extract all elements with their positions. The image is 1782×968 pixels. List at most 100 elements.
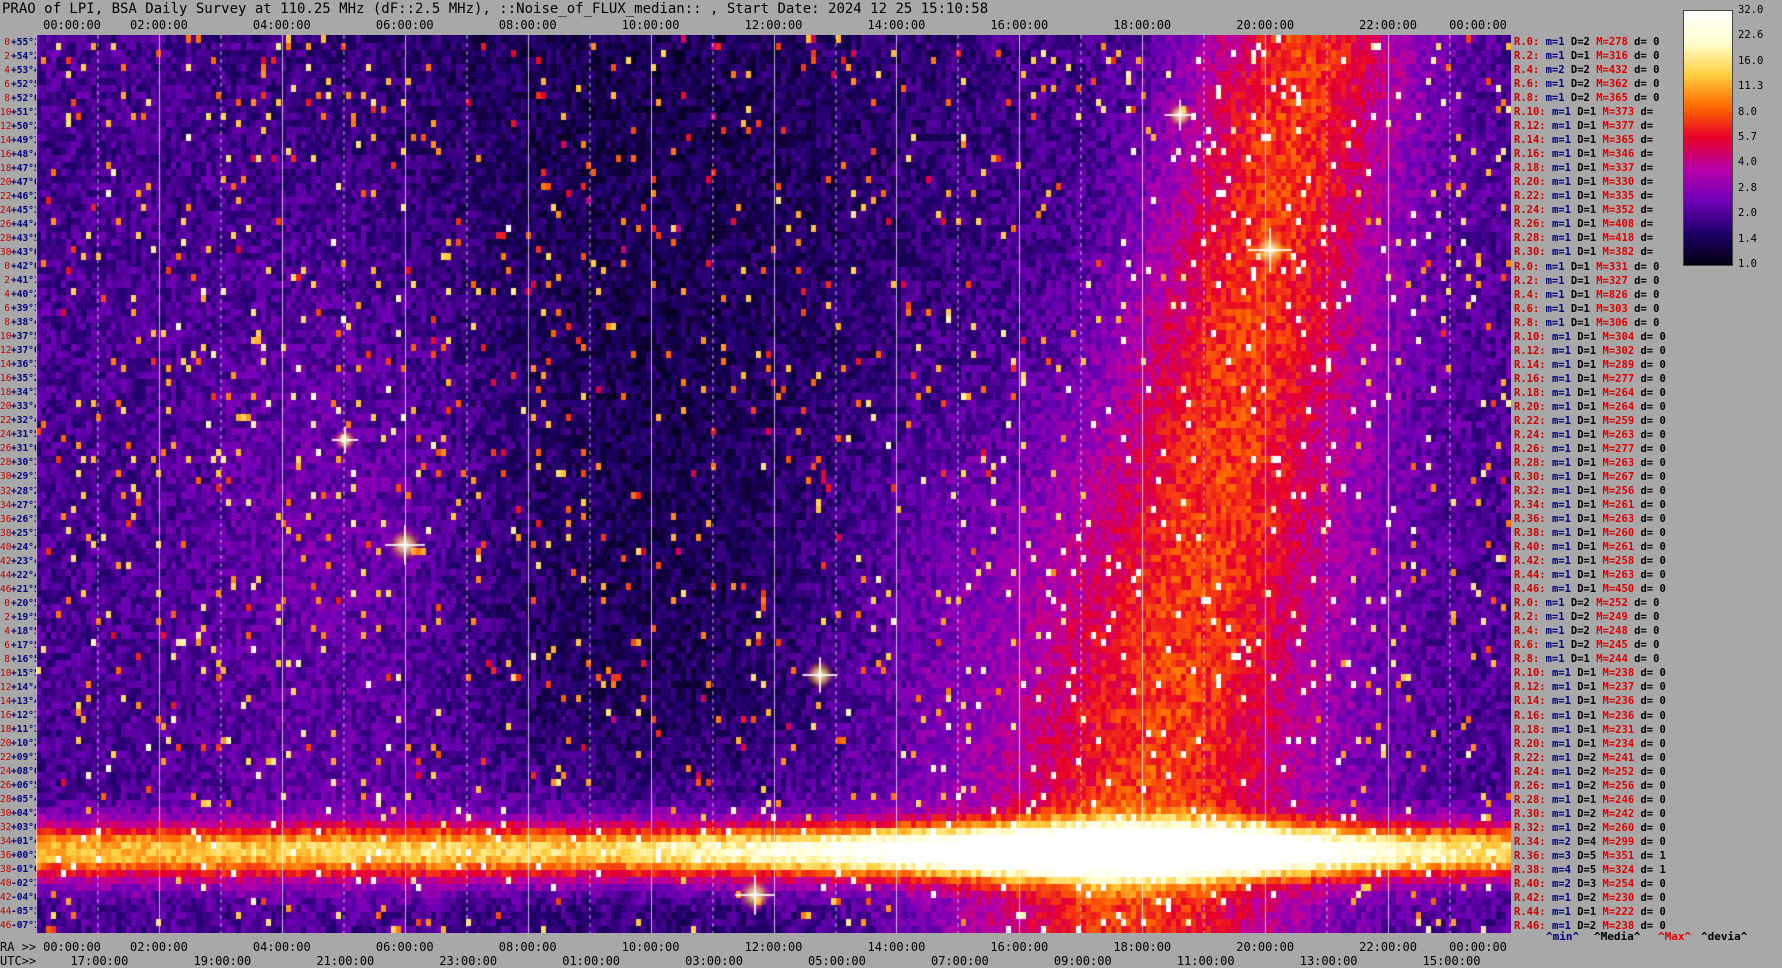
row-stat: R.34: m=1 D=1 M=261 d= 0 <box>1514 498 1666 512</box>
row-stat: R.14: m=1 D=1 M=365 d= <box>1514 133 1653 147</box>
stat-part: M=260 <box>1602 821 1641 834</box>
stat-part: 0 <box>1659 400 1666 413</box>
row-stat: R.46: m=1 D=1 M=450 d= 0 <box>1514 582 1666 596</box>
stat-part: m=1 <box>1551 583 1578 596</box>
row-index: 16 <box>0 373 12 385</box>
stat-part: m=1 <box>1545 639 1571 652</box>
stat-part: M=303 <box>1596 302 1635 315</box>
stat-part: R.38: <box>1514 863 1552 876</box>
stat-part: m=1 <box>1551 765 1578 778</box>
ra-tick-bottom: 10:00:00 <box>621 940 680 954</box>
stat-part: m=1 <box>1551 569 1578 582</box>
row-index: 34 <box>0 499 12 511</box>
stat-part: R.16: <box>1514 148 1552 161</box>
stat-part: R.4: <box>1514 288 1546 301</box>
row-index: 46 <box>0 583 12 595</box>
stat-part: d= <box>1640 386 1660 399</box>
stat-part: D=2 <box>1577 779 1603 792</box>
stat-part: d= <box>1634 288 1654 301</box>
stat-part: d= <box>1640 204 1654 217</box>
ra-tick-top: 08:00:00 <box>498 18 557 32</box>
stat-part: m=1 <box>1545 288 1571 301</box>
stat-part: M=263 <box>1602 456 1641 469</box>
row-stat: R.40: m=1 D=1 M=261 d= 0 <box>1514 540 1666 554</box>
stat-part: M=346 <box>1602 148 1641 161</box>
stat-part: d= <box>1640 681 1660 694</box>
utc-tick: 23:00:00 <box>439 954 498 968</box>
row-index: 20 <box>0 176 12 188</box>
row-index: 26 <box>0 218 12 230</box>
ra-tick-bottom: 18:00:00 <box>1113 940 1172 954</box>
stat-part: R.22: <box>1514 751 1552 764</box>
stat-part: M=365 <box>1602 134 1641 147</box>
stat-part: m=1 <box>1551 891 1578 904</box>
row-index: 18 <box>0 162 12 174</box>
stat-part: d= <box>1640 793 1660 806</box>
stat-part: D=1 <box>1577 344 1603 357</box>
stat-part: m=1 <box>1551 162 1578 175</box>
stat-part: D=1 <box>1577 737 1603 750</box>
stat-part: d= <box>1640 891 1660 904</box>
stat-part: M=234 <box>1602 737 1641 750</box>
row-stat: R.8: m=1 D=2 M=365 d= 0 <box>1514 91 1659 105</box>
stat-part: R.10: <box>1514 330 1552 343</box>
row-index: 28 <box>0 794 12 806</box>
stat-part: M=330 <box>1602 176 1641 189</box>
stat-part: D=1 <box>1577 555 1603 568</box>
colorbar-tick: 22.6 <box>1738 29 1764 42</box>
stat-part: D=1 <box>1577 541 1603 554</box>
stat-part: D=1 <box>1577 162 1603 175</box>
stat-part: M=382 <box>1602 246 1641 259</box>
stat-part: 0 <box>1659 513 1666 526</box>
stat-part: R.12: <box>1514 344 1552 357</box>
stat-part: m=1 <box>1551 246 1578 259</box>
stat-part: d= <box>1640 400 1660 413</box>
row-stat: R.2: m=1 D=1 M=316 d= 0 <box>1514 49 1659 63</box>
stat-part: 0 <box>1659 499 1666 512</box>
stat-part: d= <box>1640 695 1660 708</box>
stat-part: d= <box>1634 625 1654 638</box>
stat-part: D=1 <box>1577 793 1603 806</box>
stat-part: m=2 <box>1551 877 1578 890</box>
stat-part: m=1 <box>1551 232 1578 245</box>
ra-tick-top: 20:00:00 <box>1236 18 1295 32</box>
utc-axis-tag: UTC>> <box>0 954 37 968</box>
stat-part: D=1 <box>1577 456 1603 469</box>
utc-tick: 17:00:00 <box>70 954 129 968</box>
stat-part: m=1 <box>1551 695 1578 708</box>
stat-part: m=1 <box>1551 485 1578 498</box>
colorbar-tick: 4.0 <box>1738 156 1757 169</box>
row-stat: R.28: m=1 D=1 M=263 d= 0 <box>1514 456 1666 470</box>
row-index: 30 <box>0 246 12 258</box>
stat-part: m=1 <box>1545 316 1571 329</box>
stat-part: D=1 <box>1577 667 1603 680</box>
row-index: 24 <box>0 429 12 441</box>
row-stat: R.26: m=1 D=1 M=408 d= <box>1514 217 1653 231</box>
colorbar-tick: 32.0 <box>1738 4 1764 16</box>
row-stat: R.4: m=2 D=2 M=432 d= 0 <box>1514 63 1659 77</box>
ra-axis-tag: RA >> <box>0 940 37 954</box>
row-index: 30 <box>0 808 12 820</box>
row-index: 10 <box>0 106 12 118</box>
row-index: 32 <box>0 822 12 834</box>
stat-part: m=2 <box>1545 64 1571 77</box>
row-stat: R.18: m=1 D=1 M=264 d= 0 <box>1514 386 1666 400</box>
stat-part: M=352 <box>1602 204 1641 217</box>
row-index: 0 <box>4 597 10 609</box>
row-index: 36 <box>0 513 12 525</box>
row-index: 16 <box>0 148 12 160</box>
stat-part: M=252 <box>1602 765 1641 778</box>
stat-part: d= <box>1640 414 1660 427</box>
stat-part: d= <box>1640 765 1660 778</box>
stat-part: 0 <box>1659 695 1666 708</box>
stat-part: 0 <box>1659 779 1666 792</box>
stat-part: 0 <box>1659 807 1666 820</box>
stat-part: d= <box>1634 611 1654 624</box>
stat-part: R.28: <box>1514 232 1552 245</box>
stat-part: M=261 <box>1602 541 1641 554</box>
row-index: 42 <box>0 892 12 904</box>
stat-part: m=1 <box>1545 653 1571 666</box>
stat-part: M=377 <box>1602 120 1641 133</box>
row-index: 10 <box>0 667 12 679</box>
stat-part: D=1 <box>1577 470 1603 483</box>
